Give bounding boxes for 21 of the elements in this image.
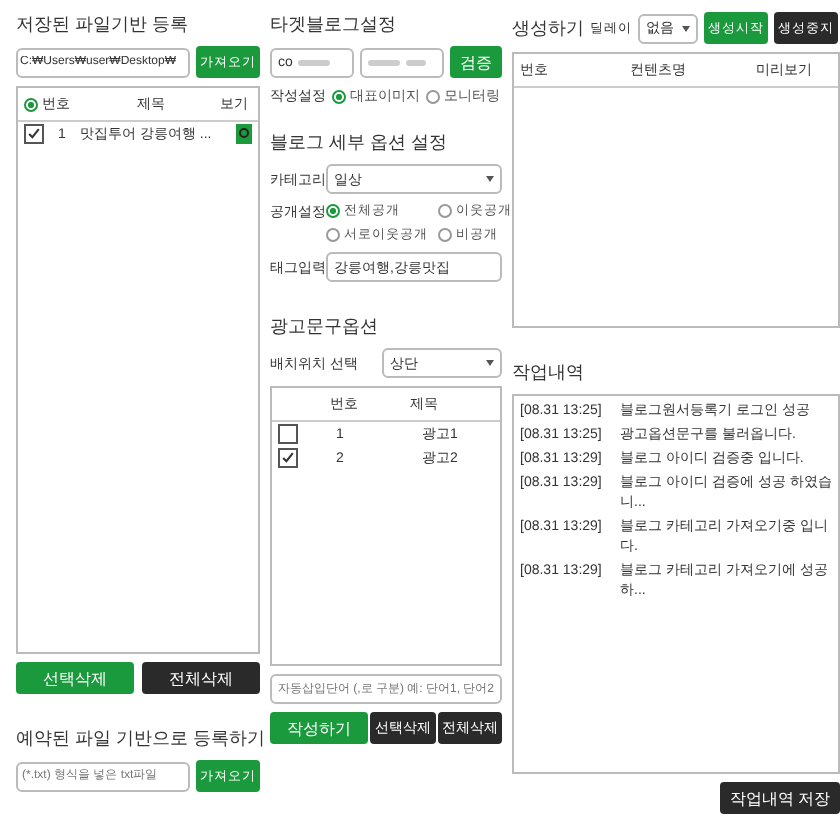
caret-icon: [486, 176, 494, 182]
checkbox[interactable]: [24, 124, 44, 144]
section-title: 생성하기: [512, 15, 584, 41]
radio-icon[interactable]: [24, 97, 38, 111]
section-title: 광고문구옵션: [270, 314, 380, 340]
delete-button[interactable]: 선택삭제: [16, 662, 134, 694]
search-icon[interactable]: [236, 124, 252, 144]
checkbox[interactable]: [278, 448, 298, 468]
section-title: 블로그 세부 옵션 설정: [270, 130, 450, 156]
caret-icon: [486, 360, 494, 366]
password-field[interactable]: [360, 47, 444, 77]
save-log-button[interactable]: 작업내역 저장: [719, 782, 840, 814]
caret-icon: [682, 25, 690, 31]
checkbox[interactable]: [278, 424, 298, 444]
delete-button[interactable]: 전체삭제: [142, 662, 260, 694]
section-title: 예약된 파일 기반으로 등록하기: [16, 726, 260, 752]
section-title: 타겟블로그설정: [270, 12, 398, 38]
section-title: 작업내역: [512, 360, 586, 386]
action-button[interactable]: 작성하기: [270, 712, 369, 744]
verify-button[interactable]: 검증: [450, 46, 502, 78]
section-title: 저장된 파일기반 등록: [16, 12, 191, 38]
